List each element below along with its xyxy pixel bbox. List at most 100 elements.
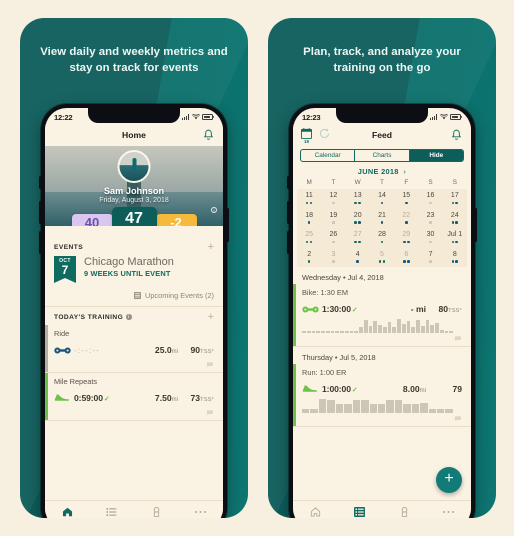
feed-entry[interactable]: Thursday • Jul 5, 2018 Run: 1:00 ER 1:00:0… (293, 347, 471, 428)
graph-bar (306, 331, 311, 334)
calendar-day-cell[interactable]: 17 (443, 192, 467, 205)
calendar-day-cell[interactable]: 2 (297, 251, 321, 264)
feed-icon[interactable] (354, 507, 366, 517)
tss-unit: TSS° (200, 349, 214, 355)
metric-badge-fitness[interactable]: 47 FITNESS (111, 207, 157, 226)
distance-value: 7.50 (154, 393, 172, 403)
add-training-button[interactable]: + (208, 312, 214, 323)
tab-more[interactable]: More (179, 504, 224, 518)
notification-button[interactable] (203, 129, 214, 141)
calendar-day-cell[interactable]: 26 (321, 231, 345, 244)
tab-feed[interactable]: Feed (338, 504, 383, 518)
graph-bar (318, 399, 327, 414)
calendar-day-cell[interactable]: 8 (443, 251, 467, 264)
add-workout-fab[interactable]: + (436, 467, 462, 493)
calendar-day-cell[interactable]: 6 (394, 251, 418, 264)
more-icon[interactable] (194, 507, 207, 517)
tab-peaks[interactable]: Peaks (134, 504, 179, 518)
calendar-icon[interactable] (301, 128, 312, 139)
metric-badge-fatigue[interactable]: 40 FATIGUE (71, 214, 113, 226)
phone-button-mute (39, 176, 42, 189)
comment-row[interactable] (54, 359, 214, 368)
refresh-icon[interactable] (319, 128, 330, 139)
metric-badge-form[interactable]: -2 FORM (155, 214, 197, 226)
graph-bar (359, 327, 363, 334)
training-section-header: TODAY'S TRAINING i + (45, 309, 223, 325)
avatar[interactable] (117, 150, 151, 183)
more-icon[interactable] (442, 507, 455, 517)
calendar-activity-dot (403, 260, 406, 263)
calendar-day-cell[interactable]: 16 (418, 192, 442, 205)
tab-peaks[interactable]: Peaks (382, 504, 427, 518)
comment-icon[interactable] (206, 410, 214, 416)
calendar-activity-dot (429, 260, 432, 263)
calendar-day-cell[interactable]: 22 (394, 212, 418, 225)
calendar-day-cell[interactable]: 30 (418, 231, 442, 244)
tab-home[interactable]: Home (45, 504, 90, 518)
graph-bar (344, 404, 352, 414)
feed-entry[interactable]: Wednesday • Jul 4, 2018 Bike: 1:30 EM 1:30… (293, 267, 471, 348)
bell-icon[interactable] (203, 129, 214, 141)
comment-row[interactable] (54, 407, 214, 416)
peaks-icon[interactable] (152, 506, 161, 517)
segment-calendar[interactable]: Calendar (301, 150, 356, 161)
training-row[interactable]: Mile Repeats 0:59:00✓ 7.50mi 73TSS° (45, 373, 223, 421)
calendar-day-cell[interactable]: 14 (370, 192, 394, 205)
phone-mockup-right: 12:23 19 Feed Calendar Charts Hide JUNE … (287, 104, 477, 518)
upcoming-events-link[interactable]: Upcoming Events (2) (45, 284, 223, 307)
home-icon[interactable] (62, 507, 73, 517)
calendar-day-cell[interactable]: 18 (297, 212, 321, 225)
calendar-day-cell[interactable]: Jul 1 (443, 231, 467, 244)
calendar-day-cell[interactable]: 23 (418, 212, 442, 225)
calendar-day-cell[interactable]: 11 (297, 192, 321, 205)
tab-home[interactable]: Home (293, 504, 338, 518)
calendar-day-cell[interactable]: 21 (370, 212, 394, 225)
feed-workout-row[interactable]: Bike: 1:30 EM 1:30:00✓ - mi 80TSS° (293, 284, 471, 348)
comment-icon[interactable] (206, 362, 214, 368)
home-icon[interactable] (310, 507, 321, 517)
notification-button[interactable] (451, 129, 462, 141)
tab-more[interactable]: More (427, 504, 472, 518)
calendar-day-cell[interactable]: 25 (297, 231, 321, 244)
tab-feed[interactable]: Feed (90, 504, 135, 518)
calendar-day-cell[interactable]: 12 (321, 192, 345, 205)
calendar-day-number: 13 (353, 192, 362, 199)
graph-bar (386, 399, 394, 414)
calendar-day-cell[interactable]: 13 (346, 192, 370, 205)
add-event-button[interactable]: + (208, 242, 214, 253)
calendar-day-cell[interactable]: 19 (321, 212, 345, 225)
calendar-day-cell[interactable]: 29 (394, 231, 418, 244)
calendar-activity-dot (429, 201, 432, 205)
calendar-day-cell[interactable]: 28 (370, 231, 394, 244)
calendar-day-cell[interactable]: 7 (418, 251, 442, 264)
calendar-day-cell[interactable]: 24 (443, 212, 467, 225)
comment-row[interactable] (302, 333, 462, 342)
calendar-day-number: 27 (353, 231, 362, 239)
event-item[interactable]: OCT 7 Chicago Marathon 9 WEEKS UNTIL EVE… (45, 255, 223, 284)
segment-hide[interactable]: Hide (409, 150, 463, 161)
info-icon[interactable]: i (126, 314, 132, 320)
workout-duration: 0:59:00✓ (74, 393, 110, 403)
feed-icon[interactable] (106, 507, 117, 517)
calendar-button[interactable]: 19 (301, 126, 312, 144)
comment-icon[interactable] (454, 416, 462, 422)
calendar-month-header[interactable]: JUNE 2018 › (293, 166, 471, 179)
calendar-activity-dot (404, 221, 408, 224)
feed-workout-row[interactable]: Run: 1:00 ER 1:00:00✓ 8.00mi 79 (293, 364, 471, 428)
comment-icon[interactable] (454, 336, 462, 342)
bell-icon[interactable] (451, 129, 462, 141)
graph-bar (445, 409, 453, 414)
training-row[interactable]: Ride -:--:-- 25.0mi 90TSS° (45, 325, 223, 373)
peaks-icon[interactable] (400, 506, 409, 517)
calendar-day-cell[interactable]: 4 (346, 248, 370, 266)
calendar-day-cell[interactable]: 15 (394, 192, 418, 205)
calendar-day-cell[interactable]: 27 (346, 231, 370, 244)
cellular-signal-icon (182, 114, 189, 120)
segment-charts[interactable]: Charts (355, 150, 410, 161)
calendar-day-cell[interactable]: 5 (370, 251, 394, 264)
refresh-button[interactable] (319, 126, 330, 144)
graph-bar (411, 404, 420, 414)
comment-row[interactable] (302, 413, 462, 422)
calendar-day-cell[interactable]: 3 (321, 251, 345, 264)
calendar-day-cell[interactable]: 20 (346, 212, 370, 225)
